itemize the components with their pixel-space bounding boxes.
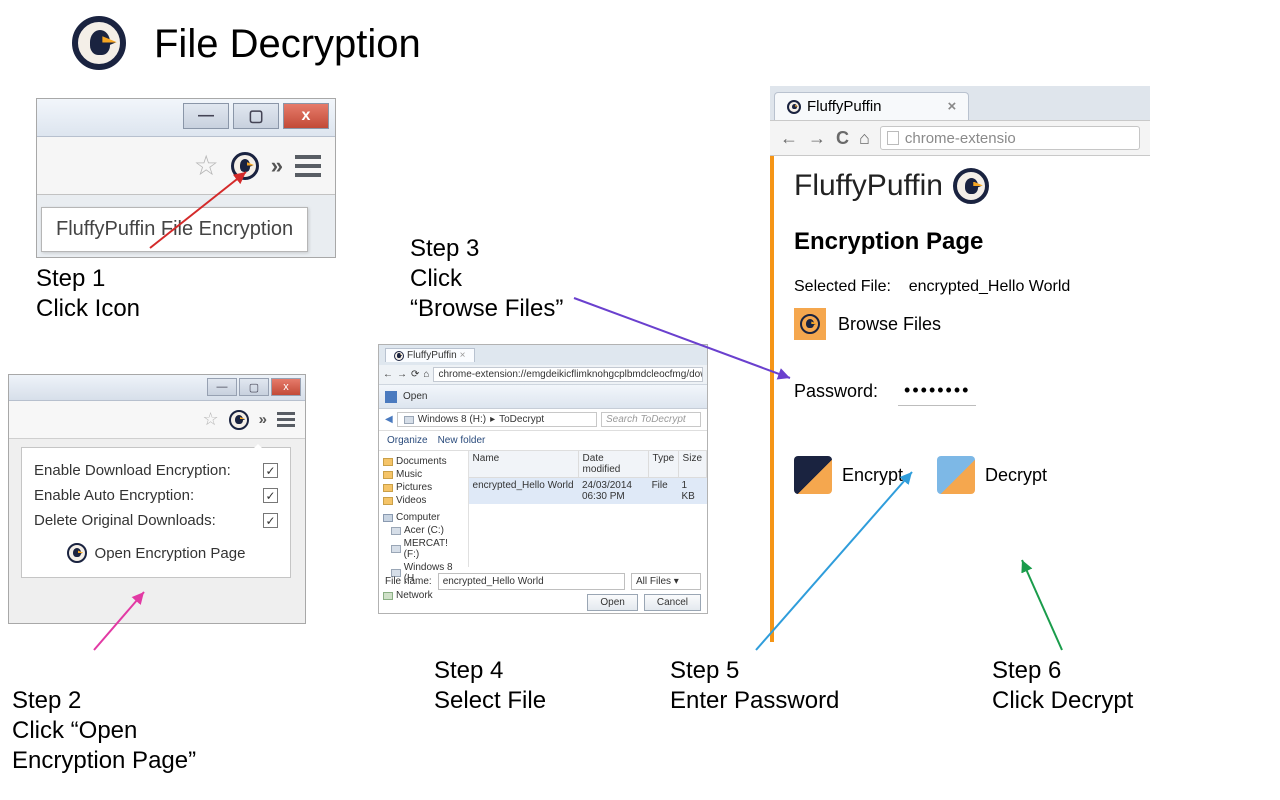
folder-tree[interactable]: Documents Music Pictures Videos Computer… (379, 451, 469, 567)
brand-title: FluffyPuffin (794, 169, 943, 203)
extension-icon[interactable] (229, 410, 249, 430)
step2-thumbnail: — ▢ x ☆ » Enable Download Encryption: ✓ E… (8, 374, 306, 624)
open-button[interactable]: Open (587, 594, 637, 611)
minimize-button[interactable]: — (207, 378, 237, 396)
step5-label: Step 5Enter Password (670, 656, 839, 716)
opt-download-checkbox[interactable]: ✓ (263, 463, 278, 478)
col-name[interactable]: Name (469, 451, 579, 477)
drive-icon (391, 527, 401, 535)
encryption-page-window: FluffyPuffin × ← → C ⌂ chrome-extensio F… (770, 86, 1150, 642)
tab-favicon-icon (787, 100, 801, 114)
step1-label: Step 1Click Icon (36, 264, 140, 324)
browser-tab[interactable]: FluffyPuffin × (774, 92, 969, 120)
extension-tooltip: FluffyPuffin File Encryption (41, 207, 308, 252)
dialog-title: Open (403, 391, 427, 402)
close-button[interactable]: x (271, 378, 301, 396)
decrypt-icon (937, 456, 975, 494)
selected-file-label: Selected File: (794, 278, 891, 295)
extension-popup: Enable Download Encryption: ✓ Enable Auto… (21, 447, 291, 578)
open-encryption-page-label: Open Encryption Page (95, 545, 246, 562)
puffin-icon (67, 543, 87, 563)
opt-auto-checkbox[interactable]: ✓ (263, 488, 278, 503)
page-title: File Decryption (154, 22, 421, 67)
maximize-button[interactable]: ▢ (239, 378, 269, 396)
close-button[interactable]: x (283, 103, 329, 129)
step4-label: Step 4Select File (434, 656, 546, 716)
computer-icon (383, 514, 393, 522)
bookmark-star-icon[interactable]: ☆ (203, 409, 219, 430)
nav-forward-icon[interactable]: → (397, 369, 407, 380)
tab-close-icon[interactable]: × (460, 350, 466, 361)
hamburger-menu-icon[interactable] (295, 155, 321, 177)
hamburger-menu-icon[interactable] (277, 412, 295, 427)
address-bar[interactable]: chrome-extension://emgdeikicflimknohgcpl… (433, 367, 703, 382)
encrypt-button[interactable]: Encrypt (794, 456, 903, 494)
drive-icon (404, 416, 414, 424)
nav-reload-icon[interactable]: ⟳ (411, 369, 419, 380)
tab-favicon-icon (394, 351, 404, 361)
minimize-button[interactable]: — (183, 103, 229, 129)
browser-tab[interactable]: FluffyPuffin × (385, 348, 475, 362)
file-row[interactable]: encrypted_Hello World 24/03/2014 06:30 P… (469, 478, 707, 504)
app-logo (72, 16, 126, 70)
nav-home-icon[interactable]: ⌂ (423, 369, 429, 380)
encrypt-icon (794, 456, 832, 494)
breadcrumb[interactable]: Windows 8 (H:)▸ ToDecrypt (397, 412, 597, 427)
newfolder-button[interactable]: New folder (438, 435, 486, 446)
crumb-back-icon[interactable]: ◀ (385, 414, 393, 425)
address-bar[interactable]: chrome-extensio (880, 126, 1140, 150)
maximize-button[interactable]: ▢ (233, 103, 279, 129)
filename-label: File name: (385, 576, 432, 587)
nav-back-icon[interactable]: ← (383, 369, 393, 380)
selected-file-value: encrypted_Hello World (909, 278, 1071, 295)
opt-auto-label: Enable Auto Encryption: (34, 487, 194, 504)
page-icon (887, 131, 899, 145)
file-list[interactable]: Name Date modified Type Size encrypted_H… (469, 451, 707, 567)
nav-back-icon[interactable]: ← (780, 128, 798, 149)
opt-download-label: Enable Download Encryption: (34, 462, 231, 479)
extension-icon[interactable] (231, 152, 259, 180)
open-encryption-page-button[interactable]: Open Encryption Page (32, 543, 280, 563)
brand-logo-icon (953, 168, 989, 204)
col-date[interactable]: Date modified (579, 451, 649, 477)
step4-thumbnail: FluffyPuffin × ← → ⟳ ⌂ chrome-extension:… (378, 344, 708, 614)
col-size[interactable]: Size (679, 451, 707, 477)
filetype-combo[interactable]: All Files ▾ (631, 573, 701, 590)
opt-delete-checkbox[interactable]: ✓ (263, 513, 278, 528)
browse-files-icon (794, 308, 826, 340)
nav-reload-icon[interactable]: C (836, 128, 849, 149)
col-type[interactable]: Type (649, 451, 679, 477)
step6-label: Step 6Click Decrypt (992, 656, 1133, 716)
folder-icon (383, 471, 393, 479)
step3-label: Step 3Click “Browse Files” (410, 204, 563, 324)
bookmark-star-icon[interactable]: ☆ (194, 149, 219, 182)
opt-delete-label: Delete Original Downloads: (34, 512, 216, 529)
page-heading: Encryption Page (794, 228, 1134, 256)
browse-files-button[interactable]: Browse Files (794, 308, 1134, 340)
nav-forward-icon[interactable]: → (808, 128, 826, 149)
step1-thumbnail: — ▢ x ☆ » FluffyPuffin File Encryption (36, 98, 336, 258)
organize-menu[interactable]: Organize (387, 435, 428, 446)
drive-icon (391, 545, 401, 553)
password-input[interactable]: •••••••• (898, 376, 976, 406)
dialog-icon (385, 391, 397, 403)
tab-title: FluffyPuffin (807, 98, 882, 115)
tab-close-icon[interactable]: × (948, 98, 957, 115)
overflow-icon[interactable]: » (271, 153, 283, 179)
overflow-icon[interactable]: » (259, 411, 267, 428)
filename-input[interactable]: encrypted_Hello World (438, 573, 625, 590)
search-input[interactable]: Search ToDecrypt (601, 412, 701, 427)
tab-title: FluffyPuffin (407, 350, 457, 361)
folder-icon (383, 484, 393, 492)
nav-home-icon[interactable]: ⌂ (859, 128, 870, 149)
folder-icon (383, 458, 393, 466)
decrypt-button[interactable]: Decrypt (937, 456, 1047, 494)
browse-files-label: Browse Files (838, 314, 941, 335)
password-label: Password: (794, 381, 878, 402)
cancel-button[interactable]: Cancel (644, 594, 701, 611)
folder-icon (383, 497, 393, 505)
step2-label: Step 2Click “Open Encryption Page” (12, 656, 196, 776)
